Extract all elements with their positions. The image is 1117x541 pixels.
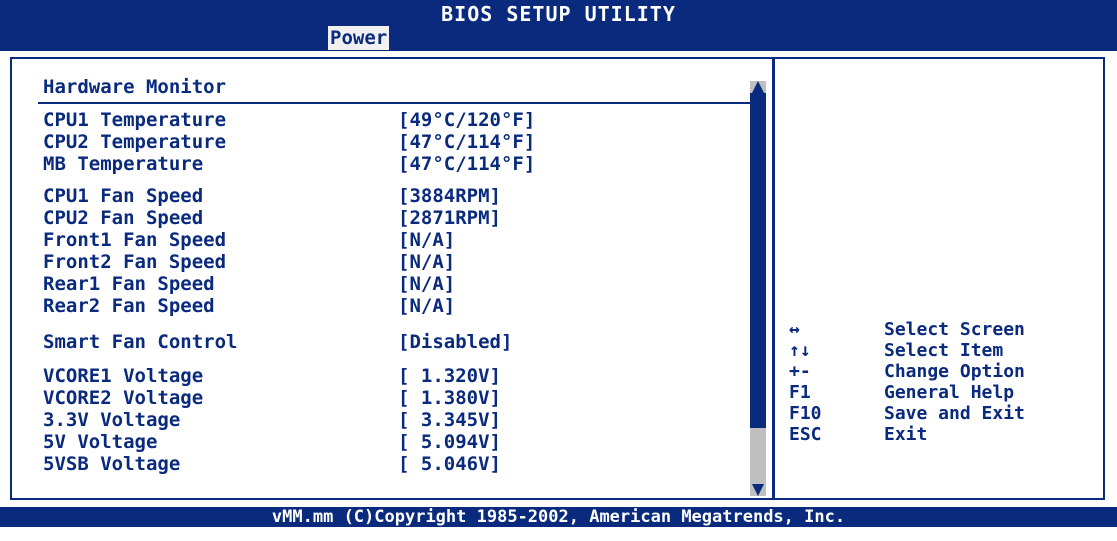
setting-label: CPU1 Temperature bbox=[43, 109, 227, 131]
setting-value: [ 1.320V] bbox=[398, 365, 501, 387]
help-panel: ↔ Select Screen ↑↓ Select Item +- Change… bbox=[777, 319, 1102, 445]
setting-value[interactable]: [Disabled] bbox=[398, 331, 512, 353]
setting-label: Front2 Fan Speed bbox=[43, 251, 227, 273]
help-key: ↑↓ bbox=[789, 340, 811, 361]
help-desc: Select Screen bbox=[884, 319, 1025, 340]
section-divider bbox=[38, 102, 754, 104]
settings-row-5vsb-voltage: 5VSB Voltage [ 5.046V] bbox=[43, 453, 501, 541]
setting-label: MB Temperature bbox=[43, 153, 204, 175]
setting-value: [2871RPM] bbox=[398, 207, 501, 229]
setting-label: 5VSB Voltage bbox=[43, 453, 181, 475]
setting-value: [N/A] bbox=[398, 251, 456, 273]
setting-label: Front1 Fan Speed bbox=[43, 229, 227, 251]
tab-power[interactable]: Power bbox=[328, 26, 390, 50]
setting-label: VCORE2 Voltage bbox=[43, 387, 204, 409]
setting-value: [49°C/120°F] bbox=[398, 109, 536, 131]
help-row-select-item: ↑↓ Select Item bbox=[777, 340, 1102, 361]
setting-label: Smart Fan Control bbox=[43, 331, 238, 353]
help-key: +- bbox=[789, 361, 811, 382]
setting-label: 5V Voltage bbox=[43, 431, 158, 453]
copyright-footer: vMM.mm (C)Copyright 1985-2002, American … bbox=[0, 507, 1117, 527]
scroll-down-icon[interactable] bbox=[752, 484, 764, 496]
setting-value: [N/A] bbox=[398, 273, 456, 295]
help-desc: Exit bbox=[884, 424, 928, 445]
setting-value: [47°C/114°F] bbox=[398, 153, 536, 175]
scroll-thumb[interactable] bbox=[750, 93, 766, 428]
help-desc: Save and Exit bbox=[884, 403, 1025, 424]
help-row-select-screen: ↔ Select Screen bbox=[777, 319, 1102, 340]
setting-label: VCORE1 Voltage bbox=[43, 365, 204, 387]
help-desc: Change Option bbox=[884, 361, 1025, 382]
setting-label: CPU2 Fan Speed bbox=[43, 207, 204, 229]
help-row-exit: ESC Exit bbox=[777, 424, 1102, 445]
help-row-general-help: F1 General Help bbox=[777, 382, 1102, 403]
bios-header-bar: BIOS SETUP UTILITY Power bbox=[0, 0, 1117, 51]
setting-value: [ 3.345V] bbox=[398, 409, 501, 431]
setting-value: [ 5.046V] bbox=[398, 453, 501, 475]
setting-label: 3.3V Voltage bbox=[43, 409, 181, 431]
section-title: Hardware Monitor bbox=[43, 76, 227, 98]
bios-title: BIOS SETUP UTILITY bbox=[441, 2, 676, 26]
setting-label: CPU1 Fan Speed bbox=[43, 185, 204, 207]
help-key: F10 bbox=[789, 403, 822, 424]
setting-value: [3884RPM] bbox=[398, 185, 501, 207]
help-desc: Select Item bbox=[884, 340, 1004, 361]
help-key: ESC bbox=[789, 424, 822, 445]
setting-value: [N/A] bbox=[398, 229, 456, 251]
panel-divider bbox=[772, 59, 775, 498]
setting-value: [ 1.380V] bbox=[398, 387, 501, 409]
scrollbar[interactable] bbox=[750, 81, 766, 496]
help-key: F1 bbox=[789, 382, 811, 403]
setting-label: CPU2 Temperature bbox=[43, 131, 227, 153]
help-row-save-and-exit: F10 Save and Exit bbox=[777, 403, 1102, 424]
help-key: ↔ bbox=[789, 319, 800, 340]
scroll-up-icon[interactable] bbox=[752, 81, 764, 93]
settings-panel: Hardware Monitor CPU1 Temperature [49°C/… bbox=[12, 59, 766, 498]
setting-value: [47°C/114°F] bbox=[398, 131, 536, 153]
help-row-change-option: +- Change Option bbox=[777, 361, 1102, 382]
setting-label: Rear1 Fan Speed bbox=[43, 273, 215, 295]
help-desc: General Help bbox=[884, 382, 1015, 403]
setting-value: [N/A] bbox=[398, 295, 456, 317]
setting-value: [ 5.094V] bbox=[398, 431, 501, 453]
setting-label: Rear2 Fan Speed bbox=[43, 295, 215, 317]
main-panel: Hardware Monitor CPU1 Temperature [49°C/… bbox=[10, 57, 1105, 500]
